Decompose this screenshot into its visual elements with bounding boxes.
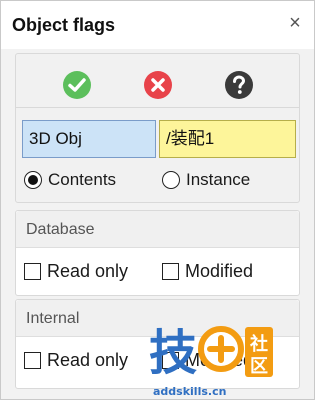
checkbox-box	[24, 263, 41, 280]
x-circle-icon	[144, 71, 172, 99]
radio-instance-label: Instance	[186, 170, 251, 189]
checkbox-box	[162, 263, 179, 280]
question-circle-icon	[225, 71, 253, 99]
radio-instance[interactable]: Instance	[162, 170, 250, 190]
ok-button[interactable]	[61, 69, 93, 101]
radio-selected-indicator	[24, 171, 42, 189]
cancel-button[interactable]	[142, 69, 174, 101]
internal-read-only-label: Read only	[47, 350, 129, 370]
internal-heading: Internal	[16, 300, 299, 337]
radio-contents[interactable]: Contents	[24, 170, 116, 190]
database-modified-checkbox[interactable]: Modified	[162, 261, 253, 282]
internal-modified-label: Modified	[185, 350, 254, 370]
radio-contents-label: Contents	[48, 170, 117, 189]
checkbox-box	[162, 352, 179, 369]
checkbox-box	[24, 352, 41, 369]
database-section: Database Read only Modified	[15, 210, 300, 296]
check-circle-icon	[63, 71, 91, 99]
dialog-title: Object flags	[12, 15, 116, 35]
help-button[interactable]	[223, 69, 255, 101]
object-path-field[interactable]: /装配1	[159, 120, 296, 158]
object-name-field[interactable]: 3D Obj	[22, 120, 156, 158]
object-flags-dialog: Object flags × 3D Obj /装配1 Contents Inst…	[0, 0, 315, 400]
main-panel: 3D Obj /装配1 Contents Instance	[15, 53, 300, 203]
close-button[interactable]: ×	[286, 12, 304, 34]
database-read-only-checkbox[interactable]: Read only	[24, 261, 128, 282]
internal-section: Internal Read only Modified	[15, 299, 300, 389]
radio-unselected-indicator	[162, 171, 180, 189]
action-toolbar	[16, 60, 299, 108]
close-icon: ×	[289, 12, 301, 34]
database-heading: Database	[16, 211, 299, 248]
internal-read-only-checkbox[interactable]: Read only	[24, 350, 128, 371]
database-read-only-label: Read only	[47, 261, 129, 281]
database-modified-label: Modified	[185, 261, 254, 281]
title-bar: Object flags ×	[1, 1, 314, 49]
internal-modified-checkbox[interactable]: Modified	[162, 350, 253, 371]
